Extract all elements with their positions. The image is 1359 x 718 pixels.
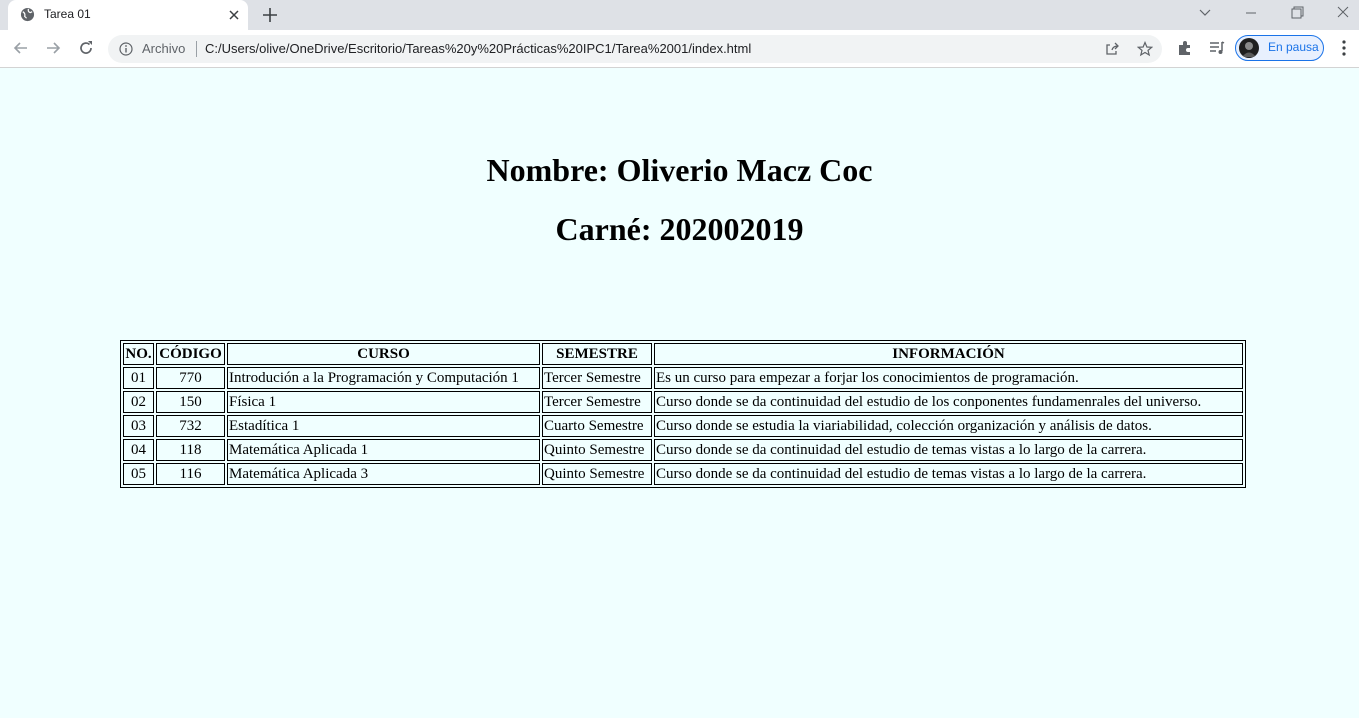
origin-label: Archivo	[142, 41, 186, 56]
avatar	[1239, 38, 1259, 58]
cell-curso: Estadítica 1	[227, 415, 540, 437]
cell-informacion: Curso donde se da continuidad del estudi…	[654, 439, 1243, 461]
carne-heading: Carné: 202002019	[555, 211, 804, 247]
forward-arrow-icon[interactable]	[43, 38, 63, 58]
cell-codigo: 118	[156, 439, 225, 461]
table-row: 03 732 Estadítica 1 Cuarto Semestre Curs…	[123, 415, 1243, 437]
browser-toolbar: Archivo C:/Users/olive/OneDrive/Escritor…	[0, 30, 1359, 68]
cell-informacion: Curso donde se da continuidad del estudi…	[654, 391, 1243, 413]
cell-no: 02	[123, 391, 154, 413]
cell-semestre: Quinto Semestre	[542, 439, 652, 461]
table-row: 02 150 Física 1 Tercer Semestre Curso do…	[123, 391, 1243, 413]
info-icon[interactable]	[119, 42, 133, 56]
cell-curso: Física 1	[227, 391, 540, 413]
cell-codigo: 150	[156, 391, 225, 413]
cell-curso: Introdución a la Programación y Computac…	[227, 367, 540, 389]
reload-icon[interactable]	[76, 38, 96, 58]
cell-codigo: 116	[156, 463, 225, 485]
globe-icon	[20, 7, 35, 22]
cell-codigo: 770	[156, 367, 225, 389]
address-bar[interactable]: Archivo C:/Users/olive/OneDrive/Escritor…	[108, 35, 1162, 63]
courses-table: NO. CÓDIGO CURSO SEMESTRE INFORMACIÓN 01…	[120, 340, 1246, 488]
back-arrow-icon[interactable]	[11, 38, 31, 58]
tab-search-icon[interactable]	[1194, 4, 1216, 22]
cell-informacion: Curso donde se da continuidad del estudi…	[654, 463, 1243, 485]
cell-informacion: Es un curso para empezar a forjar los co…	[654, 367, 1243, 389]
cell-no: 05	[123, 463, 154, 485]
cell-codigo: 732	[156, 415, 225, 437]
extensions-puzzle-icon[interactable]	[1176, 39, 1194, 57]
cell-no: 03	[123, 415, 154, 437]
more-menu-icon[interactable]	[1336, 39, 1352, 57]
cell-curso: Matemática Aplicada 3	[227, 463, 540, 485]
header-no: NO.	[123, 343, 154, 365]
tab-tarea-01[interactable]: Tarea 01	[8, 0, 248, 30]
header-codigo: CÓDIGO	[156, 343, 225, 365]
close-tab-icon[interactable]	[226, 7, 242, 23]
close-window-icon[interactable]	[1332, 4, 1354, 22]
url-text[interactable]: C:/Users/olive/OneDrive/Escritorio/Tarea…	[205, 41, 751, 56]
header-curso: CURSO	[227, 343, 540, 365]
page-content: Nombre: Oliverio Macz Coc Carné: 2020020…	[0, 68, 1359, 718]
cell-semestre: Cuarto Semestre	[542, 415, 652, 437]
reading-list-icon[interactable]	[1208, 39, 1226, 57]
new-tab-icon[interactable]	[260, 5, 280, 25]
restore-icon[interactable]	[1286, 4, 1308, 22]
cell-curso: Matemática Aplicada 1	[227, 439, 540, 461]
bookmark-star-icon[interactable]	[1137, 41, 1153, 57]
cell-no: 04	[123, 439, 154, 461]
table-row: 01 770 Introdución a la Programación y C…	[123, 367, 1243, 389]
minimize-icon[interactable]	[1240, 4, 1262, 22]
tab-strip: Tarea 01	[0, 0, 1359, 30]
avatar-image-icon	[1242, 42, 1256, 57]
cell-informacion: Curso donde se estudia la viariabilidad,…	[654, 415, 1243, 437]
header-informacion: INFORMACIÓN	[654, 343, 1243, 365]
cell-no: 01	[123, 367, 154, 389]
cell-semestre: Quinto Semestre	[542, 463, 652, 485]
table-row: 04 118 Matemática Aplicada 1 Quinto Seme…	[123, 439, 1243, 461]
table-header-row: NO. CÓDIGO CURSO SEMESTRE INFORMACIÓN	[123, 343, 1243, 365]
separator	[196, 41, 197, 57]
name-heading: Nombre: Oliverio Macz Coc	[486, 152, 873, 188]
header-semestre: SEMESTRE	[542, 343, 652, 365]
cell-semestre: Tercer Semestre	[542, 367, 652, 389]
profile-status-label: En pausa	[1268, 40, 1319, 54]
profile-button[interactable]: En pausa	[1235, 35, 1324, 61]
cell-semestre: Tercer Semestre	[542, 391, 652, 413]
table-row: 05 116 Matemática Aplicada 3 Quinto Seme…	[123, 463, 1243, 485]
share-icon[interactable]	[1104, 41, 1120, 57]
tab-title: Tarea 01	[44, 7, 91, 21]
